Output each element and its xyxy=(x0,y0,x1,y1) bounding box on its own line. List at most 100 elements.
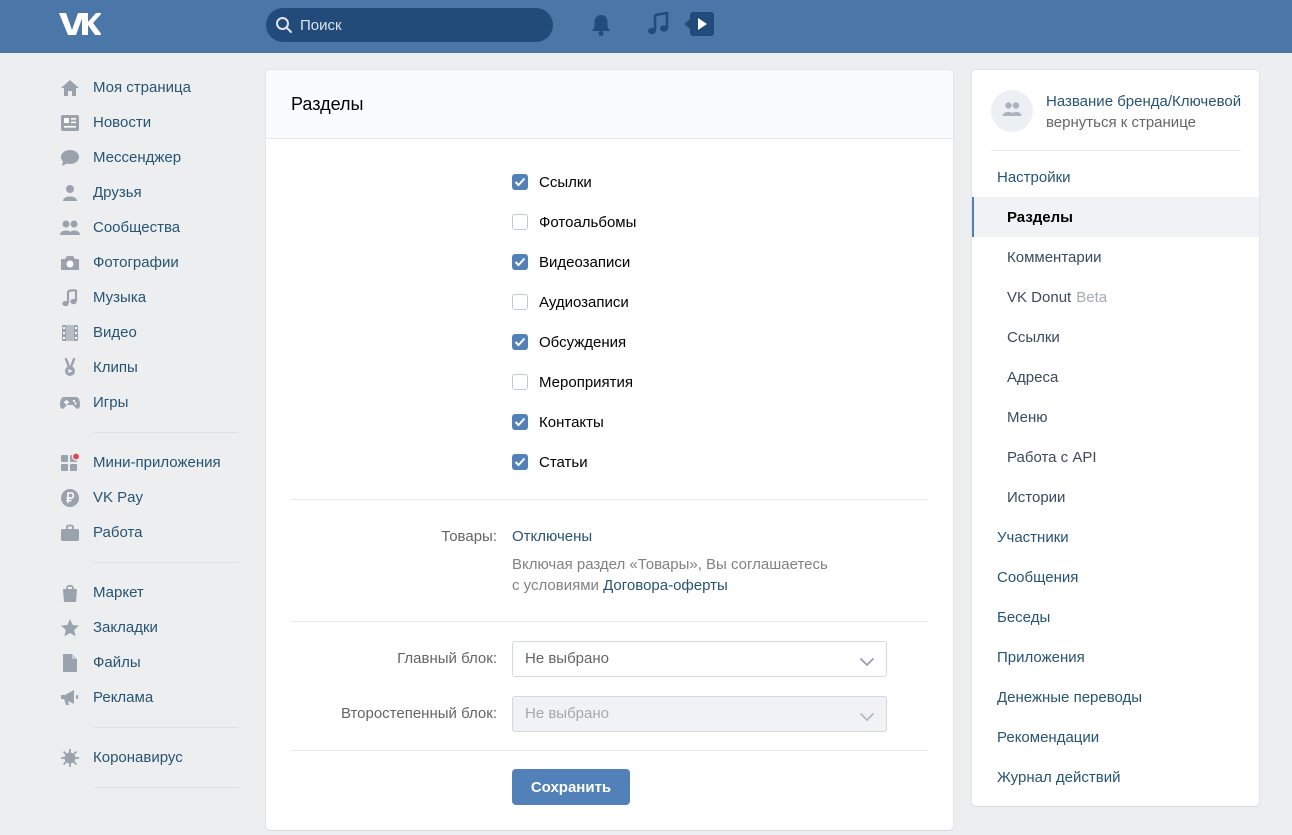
nav-item-mini-apps[interactable]: Мини-приложения xyxy=(58,445,248,480)
goods-note-line: Включая раздел «Товары», Вы соглашаетесь xyxy=(512,556,828,573)
goods-note-prefix: с условиями xyxy=(512,577,599,594)
menu-item-chats[interactable]: Беседы xyxy=(972,597,1259,637)
nav-item-news[interactable]: Новости xyxy=(58,105,248,140)
goods-status-link[interactable]: Отключены xyxy=(512,528,592,545)
nav-item-messenger[interactable]: Мессенджер xyxy=(58,140,248,175)
menu-item-members[interactable]: Участники xyxy=(972,517,1259,557)
checkbox-checked[interactable] xyxy=(512,334,528,350)
back-to-page-link[interactable]: вернуться к странице xyxy=(1046,114,1196,131)
nav-item-bookmarks[interactable]: Закладки xyxy=(58,610,248,645)
menu-item-label: Разделы xyxy=(1007,208,1073,226)
menu-item-label: Беседы xyxy=(997,608,1051,626)
menu-item-label: Ссылки xyxy=(1007,328,1060,346)
search-input[interactable] xyxy=(300,8,540,42)
nav-item-communities[interactable]: Сообщества xyxy=(58,210,248,245)
bell-icon[interactable] xyxy=(590,13,612,41)
menu-item-messages[interactable]: Сообщения xyxy=(972,557,1259,597)
nav-item-market[interactable]: Маркет xyxy=(58,575,248,610)
megaphone-icon xyxy=(59,687,81,709)
checkbox-checked[interactable] xyxy=(512,174,528,190)
nav-item-games[interactable]: Игры xyxy=(58,385,248,420)
menu-item-money-transfers[interactable]: Денежные переводы xyxy=(972,677,1259,717)
nav-item-label: Закладки xyxy=(93,619,158,636)
nav-item-files[interactable]: Файлы xyxy=(58,645,248,680)
nav-item-vk-pay[interactable]: VK Pay xyxy=(58,480,248,515)
checkbox-label: Аудиозаписи xyxy=(539,293,629,311)
menu-item-action-log[interactable]: Журнал действий xyxy=(972,757,1259,797)
menu-item-stories[interactable]: Истории xyxy=(972,477,1259,517)
communities-icon xyxy=(59,217,81,239)
camera-icon xyxy=(59,252,81,274)
menu-item-label: Журнал действий xyxy=(997,768,1121,786)
group-icon xyxy=(1001,101,1023,121)
goods-note-line: с условиями Договора-оферты xyxy=(512,575,828,596)
menu-item-addresses[interactable]: Адреса xyxy=(972,357,1259,397)
menu-item-label: Настройки xyxy=(997,168,1071,186)
checkbox-unchecked[interactable] xyxy=(512,214,528,230)
beta-badge: Beta xyxy=(1076,288,1108,306)
goods-note: Включая раздел «Товары», Вы соглашаетесь… xyxy=(512,554,828,596)
film-icon xyxy=(59,322,81,344)
section-checkbox-contacts[interactable]: Контакты xyxy=(512,412,604,432)
nav-item-jobs[interactable]: Работа xyxy=(58,515,248,550)
section-checkbox-videos[interactable]: Видеозаписи xyxy=(512,252,630,272)
select-value: Не выбрано xyxy=(525,650,609,667)
checkbox-checked[interactable] xyxy=(512,414,528,430)
nav-item-clips[interactable]: Клипы xyxy=(58,350,248,385)
nav-item-coronavirus[interactable]: Коронавирус xyxy=(58,740,248,775)
divider xyxy=(291,750,928,751)
search-box[interactable] xyxy=(266,8,553,42)
menu-item-settings[interactable]: Настройки xyxy=(972,157,1259,197)
section-checkbox-links[interactable]: Ссылки xyxy=(512,172,592,192)
nav-divider xyxy=(93,787,238,788)
menu-item-label: Комментарии xyxy=(1007,248,1102,266)
offer-agreement-link[interactable]: Договора-оферты xyxy=(603,577,728,594)
nav-item-label: Игры xyxy=(93,394,129,411)
checkbox-unchecked[interactable] xyxy=(512,374,528,390)
save-button[interactable]: Сохранить xyxy=(512,769,630,805)
section-checkbox-discussions[interactable]: Обсуждения xyxy=(512,332,626,352)
community-name: Название бренда/Ключевой запрос xyxy=(1046,93,1246,110)
divider xyxy=(291,499,928,500)
section-checkbox-photo-albums[interactable]: Фотоальбомы xyxy=(512,212,636,232)
menu-item-links[interactable]: Ссылки xyxy=(972,317,1259,357)
nav-divider xyxy=(93,562,238,563)
checkbox-label: Видеозаписи xyxy=(539,253,631,271)
section-checkbox-audio[interactable]: Аудиозаписи xyxy=(512,292,629,312)
section-checkbox-articles[interactable]: Статьи xyxy=(512,452,588,472)
main-block-select[interactable]: Не выбрано xyxy=(512,641,887,677)
vk-logo-icon[interactable] xyxy=(58,11,102,41)
menu-item-vk-donut[interactable]: VK Donut Beta xyxy=(972,277,1259,317)
section-checkbox-events[interactable]: Мероприятия xyxy=(512,372,633,392)
community-name-link[interactable]: Название бренда/Ключевой запрос xyxy=(1046,93,1246,110)
sections-settings-panel: Разделы Ссылки Фотоальбомы Видеозаписи А… xyxy=(266,70,953,830)
checkbox-checked[interactable] xyxy=(512,254,528,270)
checkbox-unchecked[interactable] xyxy=(512,294,528,310)
music-note-icon[interactable] xyxy=(647,11,669,40)
friends-icon xyxy=(59,182,81,204)
play-video-icon[interactable] xyxy=(683,11,715,41)
divider xyxy=(991,150,1241,151)
virus-icon xyxy=(59,747,81,769)
main-block-label: Главный блок: xyxy=(397,650,497,667)
menu-item-label: Участники xyxy=(997,528,1069,546)
checkbox-checked[interactable] xyxy=(512,454,528,470)
menu-item-recommendations[interactable]: Рекомендации xyxy=(972,717,1259,757)
left-navigation: Моя страница Новости Мессенджер Друзья С… xyxy=(58,70,248,800)
checkbox-label: Обсуждения xyxy=(539,333,627,351)
menu-item-menu[interactable]: Меню xyxy=(972,397,1259,437)
community-avatar[interactable] xyxy=(991,90,1033,132)
nav-item-friends[interactable]: Друзья xyxy=(58,175,248,210)
menu-item-api[interactable]: Работа с API xyxy=(972,437,1259,477)
nav-item-music[interactable]: Музыка xyxy=(58,280,248,315)
checkbox-label: Статьи xyxy=(539,453,588,471)
secondary-block-select[interactable]: Не выбрано xyxy=(512,696,887,732)
menu-item-comments[interactable]: Комментарии xyxy=(972,237,1259,277)
nav-item-photos[interactable]: Фотографии xyxy=(58,245,248,280)
menu-item-sections[interactable]: Разделы xyxy=(972,197,1259,237)
menu-item-apps[interactable]: Приложения xyxy=(972,637,1259,677)
nav-item-video[interactable]: Видео xyxy=(58,315,248,350)
nav-item-ads[interactable]: Реклама xyxy=(58,680,248,715)
star-icon xyxy=(59,617,81,639)
nav-item-my-page[interactable]: Моя страница xyxy=(58,70,248,105)
